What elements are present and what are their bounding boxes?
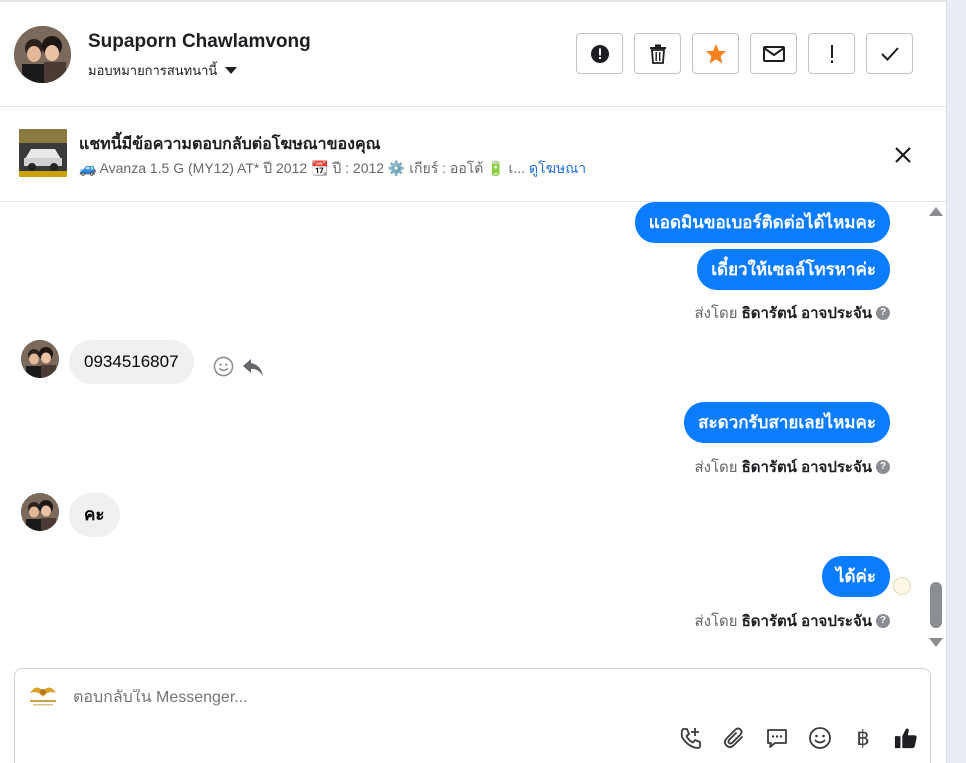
contact-avatar[interactable]: [14, 26, 71, 83]
help-icon[interactable]: ?: [876, 614, 890, 628]
header-actions: [576, 33, 913, 74]
sender-name: ธิดารัตน์ อาจประจัน: [741, 613, 872, 630]
sent-by-label: ส่งโดย ธิดารัตน์ อาจประจัน ?: [694, 455, 890, 479]
chat-bubble-icon: [767, 729, 787, 748]
message-actions: [213, 356, 264, 377]
sent-by-prefix: ส่งโดย: [694, 459, 738, 476]
emoji-button[interactable]: [808, 725, 832, 751]
scroll-up-arrow[interactable]: [929, 207, 943, 216]
done-button[interactable]: [866, 33, 913, 74]
react-emoji-icon[interactable]: [213, 356, 234, 377]
saved-replies-button[interactable]: [765, 725, 789, 751]
sender-name: ธิดารัตน์ อาจประจัน: [741, 459, 872, 476]
envelope-icon: [762, 45, 785, 62]
incoming-message[interactable]: คะ: [69, 493, 120, 537]
seen-indicator-avatar: [893, 577, 911, 595]
message-composer: ฿: [14, 668, 931, 763]
delete-button[interactable]: [634, 33, 681, 74]
baht-icon: ฿: [856, 726, 870, 750]
ad-banner-title: แชทนี้มีข้อความตอบกลับต่อโฆษณาของคุณ: [79, 136, 381, 153]
contact-name[interactable]: Supaporn Chawlamvong: [88, 31, 311, 53]
outgoing-message[interactable]: เดี๋ยวให้เซลล์โทรหาค่ะ: [697, 249, 890, 290]
caret-down-icon: [225, 66, 238, 74]
spam-button[interactable]: [808, 33, 855, 74]
page-logo: [26, 681, 60, 707]
composer-toolbar: ฿: [679, 725, 918, 751]
sent-by-prefix: ส่งโดย: [694, 305, 738, 322]
emoji-icon: [809, 727, 831, 749]
mark-unread-button[interactable]: [750, 33, 797, 74]
contact-avatar-small: [21, 493, 59, 531]
outgoing-message[interactable]: แอดมินขอเบอร์ติดต่อได้ไหมคะ: [634, 202, 890, 243]
ad-thumbnail[interactable]: [19, 129, 67, 177]
scrollbar-thumb[interactable]: [930, 582, 942, 628]
trash-icon: [649, 44, 666, 64]
assign-label: มอบหมายการสนทนานี้: [88, 63, 218, 78]
sent-by-prefix: ส่งโดย: [694, 613, 738, 630]
help-icon[interactable]: ?: [876, 460, 890, 474]
paperclip-icon: [723, 727, 743, 749]
call-add-icon: [680, 728, 701, 749]
sender-name: ธิดารัตน์ อาจประจัน: [741, 305, 872, 322]
alert-circle-icon: [590, 44, 609, 63]
assign-conversation-dropdown[interactable]: มอบหมายการสนทนานี้: [88, 60, 238, 81]
conversation-header: Supaporn Chawlamvong มอบหมายการสนทนานี้: [0, 2, 946, 107]
report-button[interactable]: [576, 33, 623, 74]
message-thread: แอดมินขอเบอร์ติดต่อได้ไหมคะ เดี๋ยวให้เซล…: [0, 202, 946, 656]
incoming-message[interactable]: 0934516807: [69, 340, 194, 384]
outgoing-message[interactable]: ได้ค่ะ: [821, 556, 890, 597]
close-banner-button[interactable]: [891, 143, 915, 167]
sent-by-label: ส่งโดย ธิดารัตน์ อาจประจัน ?: [694, 609, 890, 633]
close-icon: [895, 147, 911, 163]
messenger-app: Supaporn Chawlamvong มอบหมายการสนทนานี้: [0, 0, 966, 763]
star-button[interactable]: [692, 33, 739, 74]
ad-banner-subtitle: 🚙 Avanza 1.5 G (MY12) AT* ปี 2012 📆 ปี :…: [79, 160, 526, 176]
check-icon: [880, 46, 899, 61]
view-ad-link[interactable]: ดูโฆษณา: [529, 158, 586, 180]
call-add-button[interactable]: [679, 725, 703, 751]
attach-button[interactable]: [722, 725, 746, 751]
star-icon: [705, 43, 726, 64]
exclamation-icon: [830, 44, 833, 63]
sent-by-label: ส่งโดย ธิดารัตน์ อาจประจัน ?: [694, 301, 890, 325]
outgoing-message[interactable]: สะดวกรับสายเลยไหมคะ: [684, 402, 890, 443]
like-button[interactable]: [894, 725, 918, 751]
window-edge: [946, 0, 966, 763]
reply-input[interactable]: [73, 689, 673, 707]
reply-icon[interactable]: [242, 357, 264, 377]
contact-avatar-small: [21, 340, 59, 378]
ad-reply-banner: แชทนี้มีข้อความตอบกลับต่อโฆษณาของคุณ 🚙 A…: [0, 107, 946, 202]
help-icon[interactable]: ?: [876, 306, 890, 320]
payment-button[interactable]: ฿: [851, 725, 875, 751]
thumbs-up-icon: [894, 728, 917, 749]
scroll-down-arrow[interactable]: [929, 638, 943, 647]
